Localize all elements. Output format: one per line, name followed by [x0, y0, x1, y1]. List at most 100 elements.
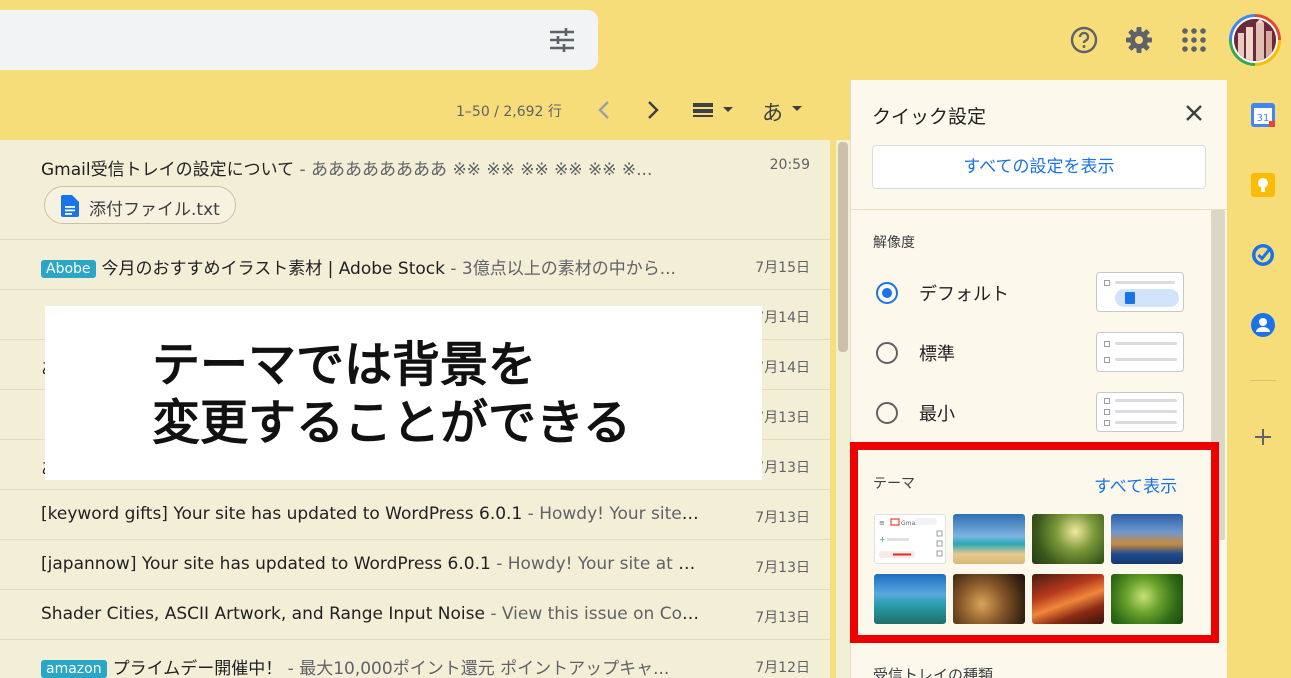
- mail-row[interactable]: amazon プライムデー開催中！ - 最大10,000ポイント還元 ポイントアッ…: [0, 640, 830, 678]
- preview-checkbox: [1104, 398, 1110, 404]
- keep-icon[interactable]: [1250, 172, 1276, 198]
- mail-date: 7月13日: [755, 610, 810, 626]
- contacts-icon[interactable]: [1250, 312, 1276, 338]
- search-bar[interactable]: [0, 10, 598, 70]
- density-label-compact: 最小: [919, 404, 955, 425]
- mail-label-badge[interactable]: amazon: [41, 660, 107, 678]
- quick-settings-title: クイック設定: [872, 106, 987, 128]
- add-icon[interactable]: [1250, 424, 1276, 450]
- mail-date: 7月14日: [755, 310, 810, 326]
- tune-icon[interactable]: [548, 27, 576, 53]
- theme-thumbnail-default[interactable]: ≡ Gmail +: [874, 514, 946, 564]
- theme-thumbnail-canyon[interactable]: [1032, 574, 1104, 624]
- inbox-type-title: 受信トレイの種類: [873, 666, 994, 678]
- mail-row[interactable]: Gmail受信トレイの設定について - ああああああああ ※※ ※※ ※※ ※※…: [0, 140, 830, 240]
- theme-thumbnail-coast[interactable]: [1111, 514, 1183, 564]
- mail-date: 7月12日: [755, 660, 810, 676]
- theme-view-all-link[interactable]: すべて表示: [1094, 472, 1177, 497]
- mail-subject: [keyword gifts] Your site has updated to…: [41, 504, 523, 524]
- preview-line: [1115, 410, 1177, 413]
- attachment-name: 添付ファイル.txt: [89, 200, 220, 220]
- mail-subject: Gmail受信トレイの設定について: [41, 160, 295, 180]
- mail-snippet: - View this issue on CodeP...: [490, 604, 701, 624]
- density-radio-compact[interactable]: [876, 402, 898, 424]
- mail-subject: Shader Cities, ASCII Artwork, and Range …: [41, 604, 485, 624]
- svg-text:+: +: [879, 535, 886, 544]
- mail-row[interactable]: [keyword gifts] Your site has updated to…: [0, 490, 830, 540]
- help-icon[interactable]: [1069, 25, 1099, 55]
- divider: [851, 209, 1228, 210]
- preview-checkbox: [1104, 280, 1110, 286]
- avatar-image: [1232, 17, 1278, 63]
- caret-down-icon[interactable]: [790, 104, 804, 114]
- mail-row[interactable]: Shader Cities, ASCII Artwork, and Range …: [0, 590, 830, 640]
- caption-overlay: テーマでは背景を 変更することができる: [45, 306, 762, 480]
- preview-checkbox: [1104, 341, 1110, 347]
- preview-checkbox: [1104, 409, 1110, 415]
- calendar-icon[interactable]: 31: [1250, 102, 1276, 128]
- svg-text:31: 31: [1257, 113, 1270, 124]
- split-pane-icon[interactable]: [691, 100, 737, 120]
- theme-title: テーマ: [873, 476, 915, 492]
- mail-snippet: - Howdy! Your site at http:/...: [496, 554, 701, 574]
- preview-checkbox: [1104, 357, 1110, 363]
- mail-subject-line: amazon プライムデー開催中！ - 最大10,000ポイント還元 ポイントアッ…: [41, 654, 701, 678]
- settings-gear-icon[interactable]: [1124, 25, 1154, 55]
- tasks-icon[interactable]: [1250, 242, 1276, 268]
- mail-date: 7月13日: [755, 460, 810, 476]
- attachment-chip[interactable]: 添付ファイル.txt: [44, 186, 236, 224]
- mail-snippet: - Howdy! Your site at h...: [527, 504, 701, 524]
- mail-row[interactable]: [japannow] Your site has updated to Word…: [0, 540, 830, 590]
- theme-thumbnail-leaf[interactable]: [1111, 574, 1183, 624]
- mail-subject-line: Shader Cities, ASCII Artwork, and Range …: [41, 604, 701, 624]
- mail-subject-line: [japannow] Your site has updated to Word…: [41, 554, 701, 574]
- preview-checkbox: [1104, 420, 1110, 426]
- mail-subject-line: Abobe 今月のおすすめイラスト素材 | Adobe Stock - 3億点以上…: [41, 254, 701, 279]
- mail-date: 20:59: [769, 157, 810, 173]
- density-preview-standard[interactable]: [1096, 332, 1184, 372]
- preview-line: [1115, 421, 1177, 424]
- theme-thumbnail-beach[interactable]: [953, 514, 1025, 564]
- density-radio-default[interactable]: [876, 282, 898, 304]
- preview-line: [1115, 281, 1175, 284]
- side-panel: [1227, 80, 1291, 678]
- density-label-standard: 標準: [919, 344, 955, 365]
- side-panel-divider: [1250, 380, 1276, 381]
- mail-label-badge[interactable]: Abobe: [41, 260, 96, 278]
- close-icon[interactable]: [1183, 102, 1205, 124]
- document-icon: [61, 195, 79, 217]
- mail-row[interactable]: Abobe 今月のおすすめイラスト素材 | Adobe Stock - 3億点以上…: [0, 240, 830, 290]
- mail-subject-line: [keyword gifts] Your site has updated to…: [41, 504, 701, 524]
- chevron-right-icon[interactable]: [643, 98, 663, 122]
- mail-subject: プライムデー開催中！: [112, 659, 283, 678]
- mail-subject: 今月のおすすめイラスト素材 | Adobe Stock: [101, 259, 445, 279]
- mail-date: 7月14日: [755, 360, 810, 376]
- preview-line: [1115, 342, 1177, 345]
- mail-subject: [japannow] Your site has updated to Word…: [41, 554, 491, 574]
- mail-date: 7月13日: [755, 510, 810, 526]
- mail-list-scrollbar-thumb[interactable]: [838, 142, 848, 352]
- theme-thumbnail-forest[interactable]: [1032, 514, 1104, 564]
- pagination-text: 1–50 / 2,692 行: [456, 104, 562, 120]
- account-avatar[interactable]: [1229, 14, 1281, 66]
- theme-thumbnail-chess[interactable]: [953, 574, 1025, 624]
- input-tools-button[interactable]: あ: [762, 97, 783, 127]
- density-title: 解像度: [873, 235, 915, 251]
- all-settings-button[interactable]: すべての設定を表示: [872, 145, 1206, 189]
- mail-date: 7月13日: [755, 560, 810, 576]
- density-preview-default[interactable]: [1096, 272, 1184, 312]
- mail-date: 7月15日: [755, 260, 810, 276]
- apps-grid-icon[interactable]: [1179, 25, 1209, 55]
- mail-snippet: - ああああああああ ※※ ※※ ※※ ※※ ※※ ※...: [294, 160, 653, 180]
- preview-doc: [1125, 292, 1135, 304]
- density-radio-standard[interactable]: [876, 342, 898, 364]
- mail-subject-line: Gmail受信トレイの設定について - ああああああああ ※※ ※※ ※※ ※※…: [41, 155, 701, 180]
- preview-line: [1115, 358, 1177, 361]
- mail-date: 7月13日: [755, 410, 810, 426]
- density-preview-compact[interactable]: [1096, 392, 1184, 432]
- mail-snippet: - 3億点以上の素材の中から...: [444, 259, 676, 279]
- theme-thumbnail-lake[interactable]: [874, 574, 946, 624]
- chevron-left-icon[interactable]: [594, 98, 614, 122]
- svg-text:≡: ≡: [879, 519, 885, 527]
- preview-line: [1115, 399, 1177, 402]
